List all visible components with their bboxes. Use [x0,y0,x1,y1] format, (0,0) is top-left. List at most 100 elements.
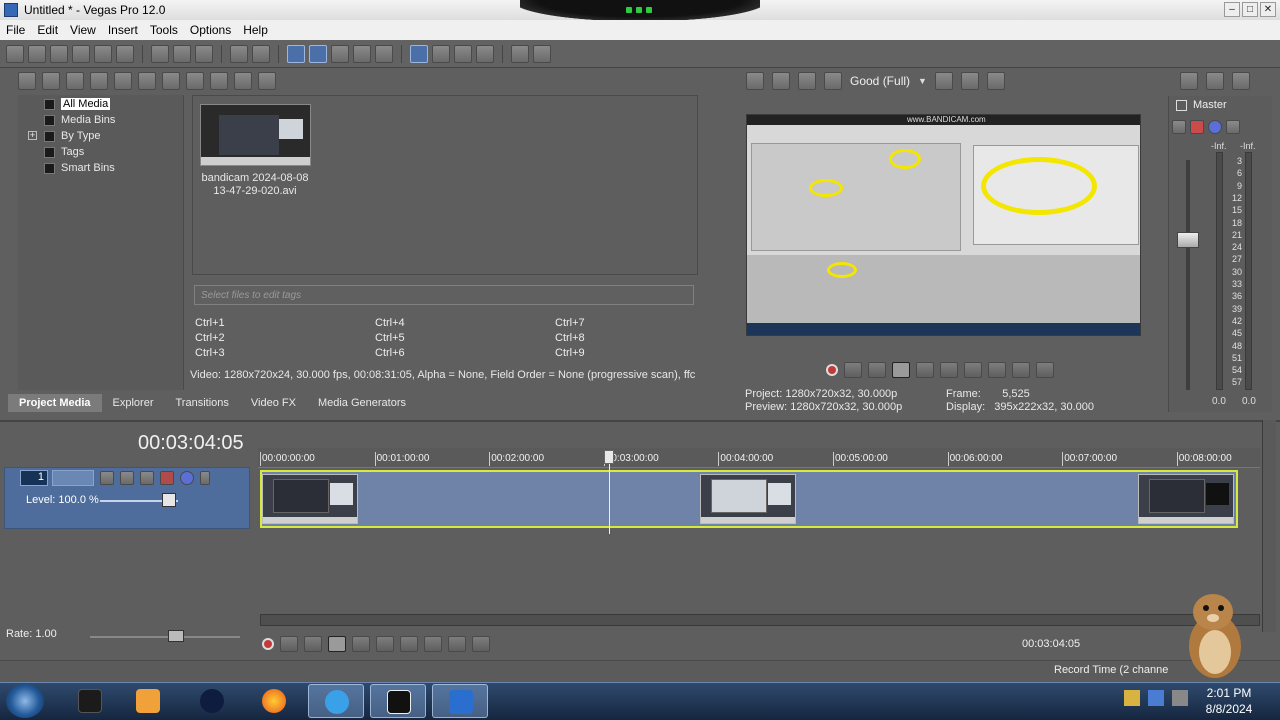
taskbar-app-vegas[interactable] [432,684,488,718]
previous-frame-button[interactable] [448,636,466,652]
menu-options[interactable]: Options [184,23,237,37]
video-clip[interactable] [700,474,796,524]
redo-icon[interactable] [252,44,270,63]
track-fx-icon[interactable] [160,471,174,485]
play-button[interactable] [892,362,910,378]
enable-snapping-icon[interactable] [287,44,305,63]
rate-knob[interactable] [168,630,184,642]
menu-edit[interactable]: Edit [31,23,64,37]
solo-icon[interactable] [1226,120,1240,134]
taskbar-app-media-player[interactable] [120,684,176,718]
minimize-button[interactable]: – [1224,2,1240,17]
menu-tools[interactable]: Tools [144,23,184,37]
preview-properties-icon[interactable] [746,72,764,90]
paste-icon[interactable] [195,44,213,63]
save-icon[interactable] [50,44,68,63]
track-motion-icon[interactable] [100,471,114,485]
selection-tool-icon[interactable] [454,44,472,63]
pause-button[interactable] [916,362,934,378]
go-to-start-button[interactable] [964,362,982,378]
chevron-down-icon[interactable]: ▼ [918,76,927,86]
tree-item-media-bins[interactable]: Media Bins [44,112,115,128]
menu-help[interactable]: Help [237,23,274,37]
taskbar-app-ie[interactable] [308,684,364,718]
envelope-tool-icon[interactable] [432,44,450,63]
mute-icon[interactable] [1208,120,1222,134]
pause-button[interactable] [352,636,370,652]
capture-video-icon[interactable] [42,72,60,90]
taskbar-app-explorer[interactable] [62,684,118,718]
burn-disc-icon[interactable] [511,44,529,63]
record-button[interactable] [262,638,274,650]
play-from-start-button[interactable] [304,636,322,652]
loop-playback-button[interactable] [844,362,862,378]
import-media-icon[interactable] [18,72,36,90]
tray-display-icon[interactable] [1148,690,1164,706]
pan-icon[interactable] [1172,120,1186,134]
new-project-icon[interactable] [6,44,24,63]
bypass-motion-blur-icon[interactable] [140,471,154,485]
taskbar-app-globe[interactable] [184,684,240,718]
previous-frame-button[interactable] [1012,362,1030,378]
stop-button[interactable] [940,362,958,378]
track-level-knob[interactable] [162,493,176,507]
rate-slider[interactable] [90,636,240,638]
tab-transitions[interactable]: Transitions [165,394,240,412]
tags-input[interactable]: Select files to edit tags [194,285,694,305]
properties-icon[interactable] [116,44,134,63]
volume-icon[interactable] [1172,690,1188,706]
close-button[interactable]: ✕ [1260,2,1276,17]
undo-icon[interactable] [230,44,248,63]
menu-insert[interactable]: Insert [102,23,144,37]
timeline-horizontal-scrollbar[interactable] [260,614,1260,626]
save-as-icon[interactable] [72,44,90,63]
lock-envelopes-icon[interactable] [353,44,371,63]
timeline-vertical-scrollbar[interactable] [1262,420,1276,632]
copy-snapshot-icon[interactable] [960,72,979,90]
get-media-web-icon[interactable] [66,72,84,90]
auto-preview-play-icon[interactable] [186,72,204,90]
downmix-icon[interactable] [1206,72,1224,90]
master-properties-icon[interactable] [1180,72,1198,90]
open-icon[interactable] [28,44,46,63]
video-clip[interactable] [1138,474,1234,524]
menu-view[interactable]: View [64,23,102,37]
zoom-tool-icon[interactable] [476,44,494,63]
composite-mode-icon[interactable] [120,471,134,485]
ripple-edit-icon[interactable] [331,44,349,63]
master-fx-icon[interactable] [1190,120,1204,134]
tree-item-tags[interactable]: Tags [44,144,84,160]
tab-explorer[interactable]: Explorer [102,394,165,412]
tab-media-generators[interactable]: Media Generators [307,394,417,412]
next-frame-button[interactable] [472,636,490,652]
overlays-icon[interactable] [934,72,953,90]
go-to-end-button[interactable] [988,362,1006,378]
tree-item-by-type[interactable]: By Type [44,128,101,144]
record-button[interactable] [826,364,838,376]
stop-button[interactable] [376,636,394,652]
taskbar-app-7zip[interactable] [370,684,426,718]
stop-icon[interactable] [210,72,228,90]
preview-fx-icon[interactable] [824,72,842,90]
tab-project-media[interactable]: Project Media [8,394,102,412]
menu-file[interactable]: File [0,23,31,37]
ignore-grouping-icon[interactable] [375,44,393,63]
whats-this-help-icon[interactable] [533,44,551,63]
taskbar-app-firefox[interactable] [246,684,302,718]
media-file-name[interactable]: bandicam 2024-08-08 13-47-29-020.avi [192,172,318,198]
media-thumbnail[interactable] [200,104,311,166]
auto-crossfade-icon[interactable] [309,44,327,63]
maximize-button[interactable]: □ [1242,2,1258,17]
refresh-icon[interactable] [90,72,108,90]
search-icon[interactable] [258,72,276,90]
tree-item-all-media[interactable]: All Media [44,96,111,112]
dim-output-icon[interactable] [1232,72,1250,90]
video-clip[interactable] [262,474,358,524]
track-name-field[interactable] [52,470,94,486]
play-from-start-button[interactable] [868,362,886,378]
remove-media-icon[interactable] [138,72,156,90]
mute-icon[interactable] [180,471,194,485]
views-icon[interactable] [234,72,252,90]
cut-icon[interactable] [151,44,169,63]
solo-icon[interactable] [200,471,210,485]
